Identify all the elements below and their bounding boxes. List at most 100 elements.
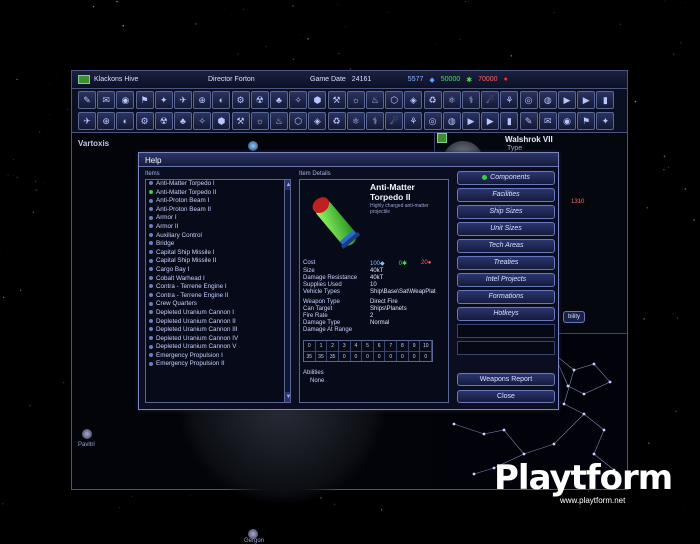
list-item[interactable]: Anti-Proton Beam I (146, 197, 290, 206)
toolbar-command-icon[interactable]: ✦ (155, 91, 173, 109)
toolbar-command-icon[interactable]: ✎ (520, 112, 538, 130)
toolbar-command-icon[interactable]: ✈ (78, 112, 96, 130)
list-item[interactable]: Contra - Terrene Engine II (146, 292, 290, 301)
list-item[interactable]: Capital Ship Missile II (146, 257, 290, 266)
category-button-unit-sizes[interactable]: Unit Sizes (457, 222, 555, 236)
toolbar-command-icon[interactable]: ▶ (577, 91, 595, 109)
weapons-report-button[interactable]: Weapons Report (457, 373, 555, 386)
toolbar-command-icon[interactable]: ◍ (539, 91, 557, 109)
list-item[interactable]: Auxiliary Control (146, 232, 290, 241)
scroll-down-icon[interactable]: ▼ (285, 392, 291, 402)
toolbar-command-icon[interactable]: ⚕ (462, 91, 480, 109)
toolbar-command-icon[interactable]: ⚙ (136, 112, 154, 130)
toolbar-command-icon[interactable]: ⚘ (500, 91, 518, 109)
abilities-button[interactable]: bility (563, 311, 585, 323)
toolbar-command-icon[interactable]: ✧ (289, 91, 307, 109)
toolbar-command-icon[interactable]: ◍ (443, 112, 461, 130)
toolbar-command-icon[interactable]: ◈ (404, 91, 422, 109)
category-button-ship-sizes[interactable]: Ship Sizes (457, 205, 555, 219)
category-button-components[interactable]: Components (457, 171, 555, 185)
toolbar-command-icon[interactable]: ⊕ (193, 91, 211, 109)
star (122, 25, 124, 27)
scroll-up-icon[interactable]: ▲ (285, 180, 291, 190)
toolbar-command-icon[interactable]: ⚛ (347, 112, 365, 130)
toolbar-command-icon[interactable]: ◉ (558, 112, 576, 130)
toolbar-command-icon[interactable]: ⚑ (136, 91, 154, 109)
list-item[interactable]: Anti-Matter Torpedo II (146, 189, 290, 198)
list-item[interactable]: Cobalt Warhead I (146, 275, 290, 284)
list-item[interactable]: Armor II (146, 223, 290, 232)
list-item[interactable]: Cargo Bay I (146, 266, 290, 275)
toolbar-command-icon[interactable]: ⊕ (97, 112, 115, 130)
toolbar-command-icon[interactable]: ⚙ (232, 91, 250, 109)
toolbar-command-icon[interactable]: ✈ (174, 91, 192, 109)
toolbar-command-icon[interactable]: ⬢ (212, 112, 230, 130)
toolbar-command-icon[interactable]: ◐ (116, 112, 134, 130)
close-button[interactable]: Close (457, 390, 555, 403)
toolbar-command-icon[interactable]: ◎ (520, 91, 538, 109)
toolbar-command-icon[interactable]: ☄ (385, 112, 403, 130)
list-item-label: Anti-Matter Torpedo II (156, 189, 216, 196)
toolbar-command-icon[interactable]: ✉ (539, 112, 557, 130)
toolbar-command-icon[interactable]: ☢ (155, 112, 173, 130)
toolbar-command-icon[interactable]: ☼ (347, 91, 365, 109)
list-item[interactable]: Depleted Uranium Cannon IV (146, 335, 290, 344)
toolbar-command-icon[interactable]: ♨ (270, 112, 288, 130)
category-button-facilities[interactable]: Facilities (457, 188, 555, 202)
toolbar-command-icon[interactable]: ⚒ (232, 112, 250, 130)
list-item[interactable]: Emergency Propulsion II (146, 360, 290, 369)
items-scrollbar[interactable]: ▲ ▼ (284, 180, 291, 402)
toolbar-command-icon[interactable]: ⬡ (289, 112, 307, 130)
toolbar-command-icon[interactable]: ☢ (251, 91, 269, 109)
list-item[interactable]: Depleted Uranium Cannon III (146, 326, 290, 335)
toolbar-command-icon[interactable]: ♣ (270, 91, 288, 109)
toolbar-command-icon[interactable]: ▮ (500, 112, 518, 130)
list-item[interactable]: Depleted Uranium Cannon I (146, 309, 290, 318)
items-list[interactable]: Anti-Matter Torpedo IAnti-Matter Torpedo… (145, 179, 291, 403)
category-button-tech-areas[interactable]: Tech Areas (457, 239, 555, 253)
category-button-formations[interactable]: Formations (457, 290, 555, 304)
category-button-treaties[interactable]: Treaties (457, 256, 555, 270)
toolbar-command-icon[interactable]: ✧ (193, 112, 211, 130)
toolbar-command-icon[interactable]: ☼ (251, 112, 269, 130)
list-item[interactable]: Crew Quarters (146, 300, 290, 309)
toolbar-command-icon[interactable]: ⬡ (385, 91, 403, 109)
list-item[interactable]: Anti-Matter Torpedo I (146, 180, 290, 189)
toolbar-command-icon[interactable]: ⚒ (328, 91, 346, 109)
category-button-intel-projects[interactable]: Intel Projects (457, 273, 555, 287)
toolbar-command-icon[interactable]: ♨ (366, 91, 384, 109)
toolbar-command-icon[interactable]: ◈ (308, 112, 326, 130)
toolbar-command-icon[interactable]: ◐ (212, 91, 230, 109)
list-item[interactable]: Depleted Uranium Cannon II (146, 318, 290, 327)
toolbar-command-icon[interactable]: ⚑ (577, 112, 595, 130)
toolbar-command-icon[interactable]: ♣ (174, 112, 192, 130)
toolbar-command-icon[interactable]: ▶ (462, 112, 480, 130)
list-item[interactable]: Depleted Uranium Cannon V (146, 343, 290, 352)
toolbar-command-icon[interactable]: ✦ (596, 112, 614, 130)
toolbar-command-icon[interactable]: ◎ (424, 112, 442, 130)
list-item[interactable]: Contra - Terrene Engine I (146, 283, 290, 292)
empire-flag-icon (78, 75, 90, 84)
toolbar-command-icon[interactable]: ▶ (481, 112, 499, 130)
planet-pavitri-icon[interactable] (82, 429, 92, 439)
toolbar-command-icon[interactable]: ♻ (328, 112, 346, 130)
toolbar-command-icon[interactable]: ⚕ (366, 112, 384, 130)
toolbar-command-icon[interactable]: ⚘ (404, 112, 422, 130)
star (266, 46, 267, 47)
list-item[interactable]: Anti-Proton Beam II (146, 206, 290, 215)
list-item[interactable]: Armor I (146, 214, 290, 223)
toolbar-command-icon[interactable]: ⬢ (308, 91, 326, 109)
list-item[interactable]: Bridge (146, 240, 290, 249)
toolbar-command-icon[interactable]: ◉ (116, 91, 134, 109)
toolbar-command-icon[interactable]: ▮ (596, 91, 614, 109)
category-button-hotkeys[interactable]: Hotkeys (457, 307, 555, 321)
toolbar-command-icon[interactable]: ⚛ (443, 91, 461, 109)
system-star-icon[interactable] (248, 141, 258, 151)
toolbar-command-icon[interactable]: ✎ (78, 91, 96, 109)
toolbar-command-icon[interactable]: ✉ (97, 91, 115, 109)
toolbar-command-icon[interactable]: ☄ (481, 91, 499, 109)
list-item[interactable]: Capital Ship Missile I (146, 249, 290, 258)
toolbar-command-icon[interactable]: ♻ (424, 91, 442, 109)
toolbar-command-icon[interactable]: ▶ (558, 91, 576, 109)
list-item[interactable]: Emergency Propulsion I (146, 352, 290, 361)
